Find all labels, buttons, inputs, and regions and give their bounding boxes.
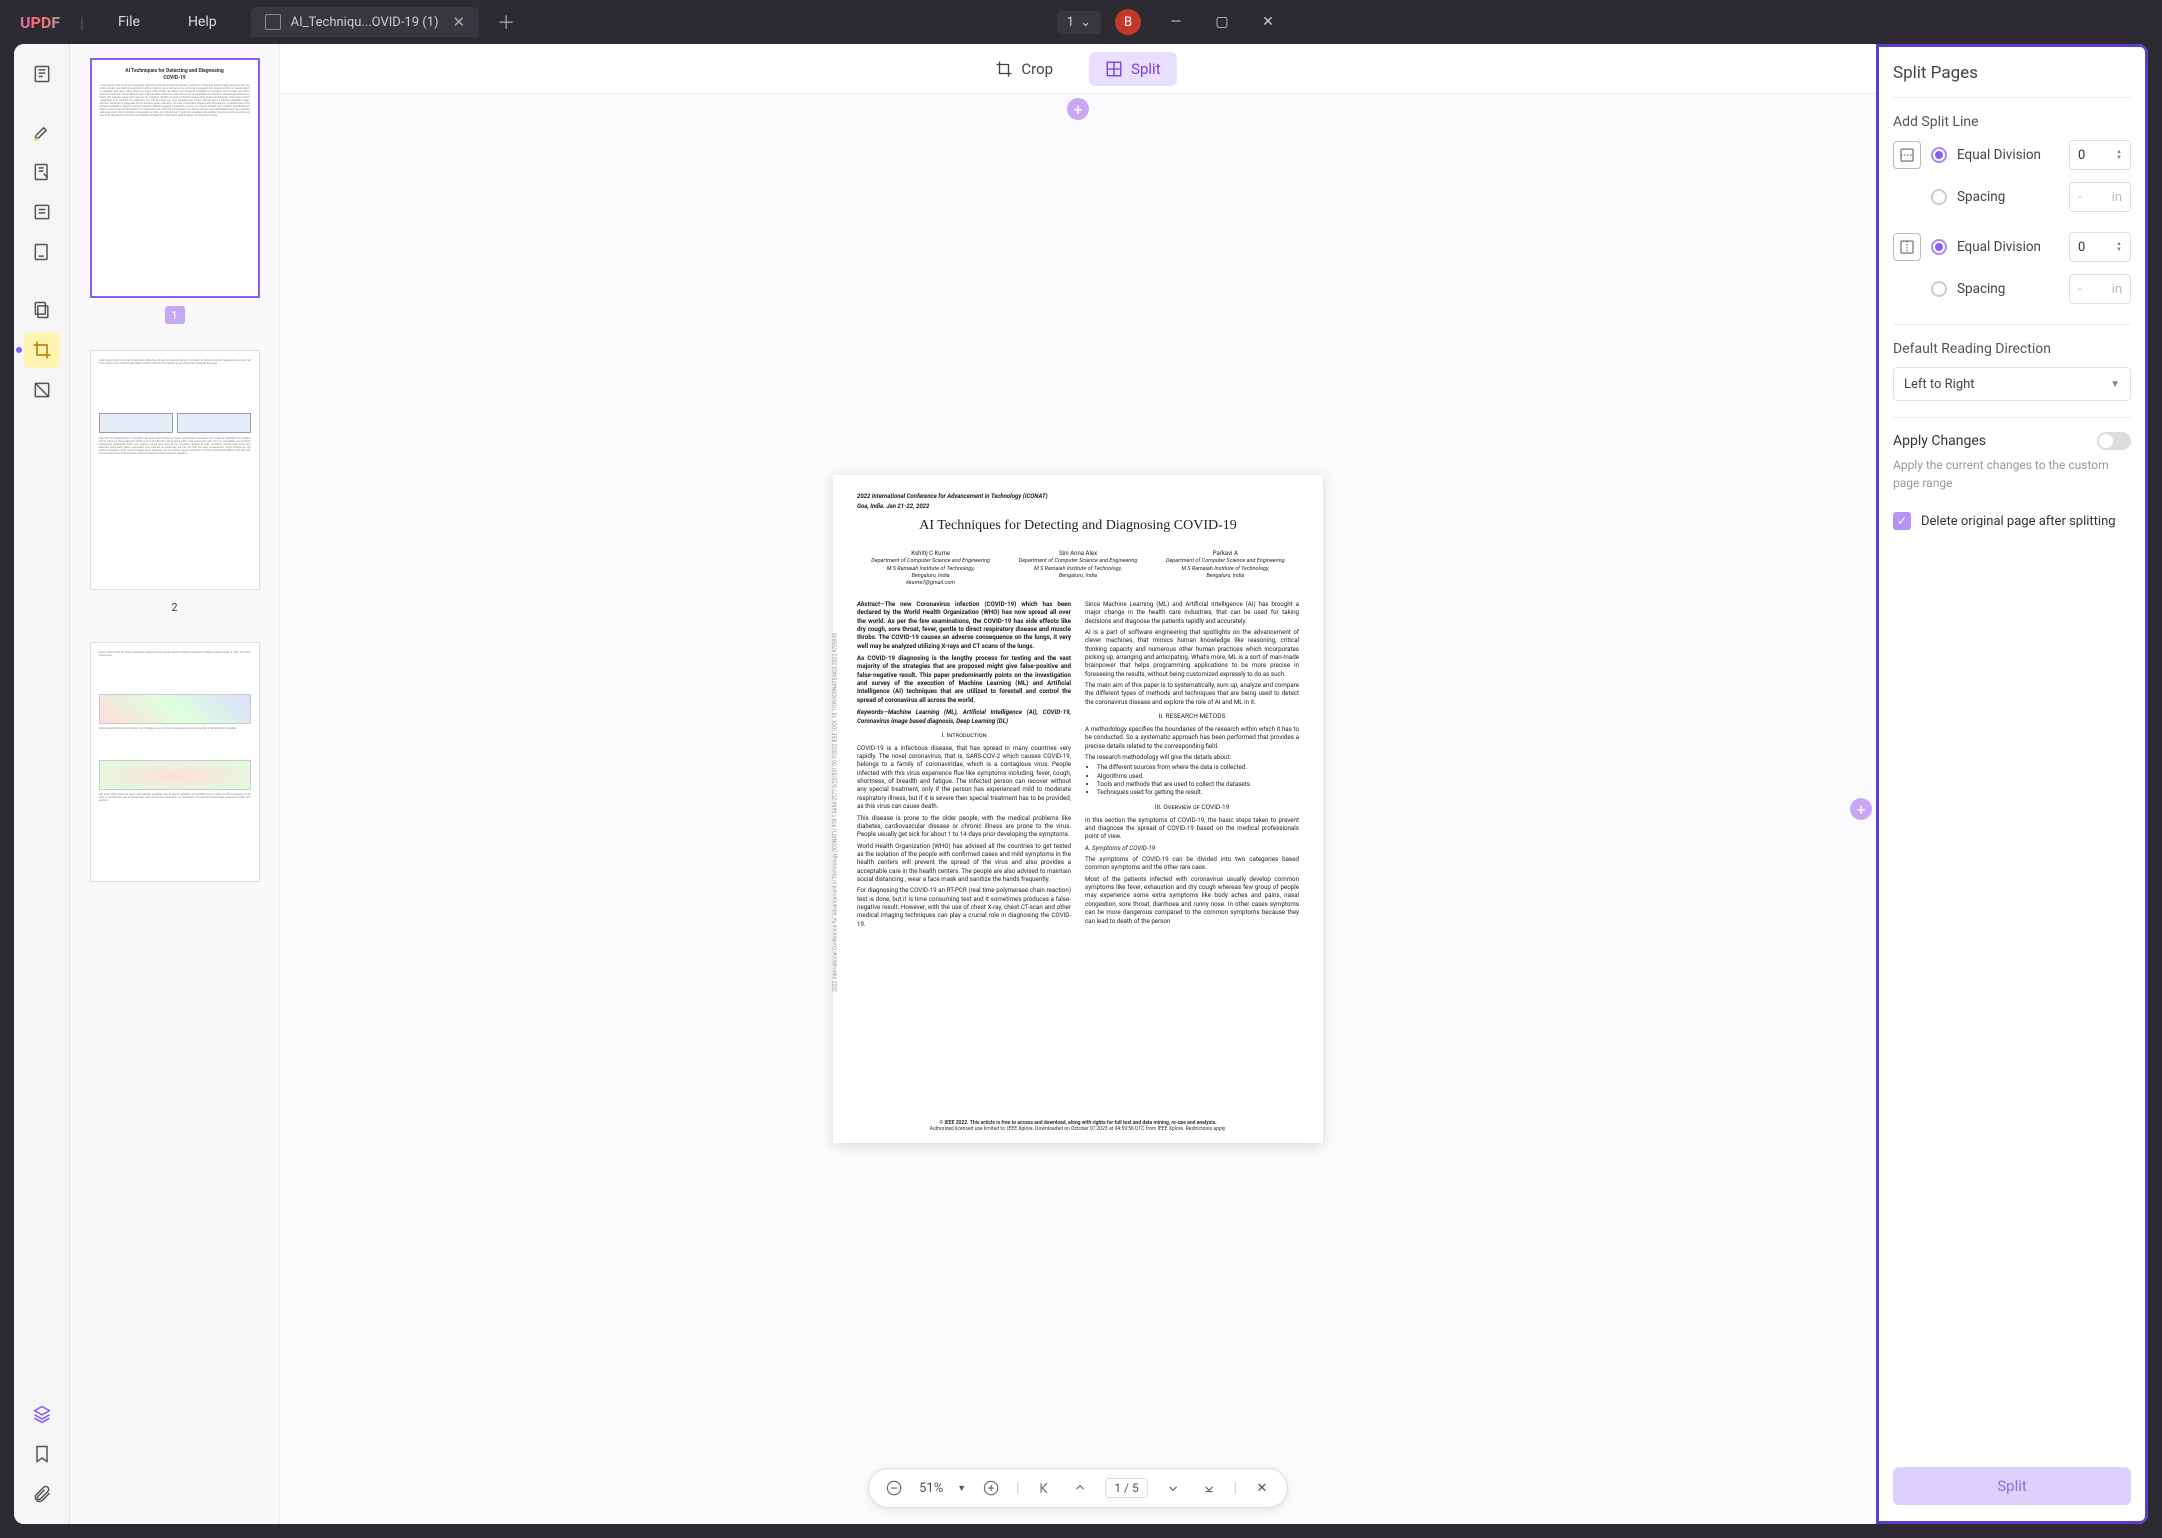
horizontal-equal-radio[interactable] bbox=[1931, 147, 1947, 163]
pdf-page: 2022 International Conference for Advanc… bbox=[833, 475, 1323, 1143]
thumbnail-panel: AI Techniques for Detecting and Diagnosi… bbox=[70, 44, 280, 1524]
separator: | bbox=[80, 13, 84, 32]
close-window-button[interactable]: ✕ bbox=[1247, 6, 1289, 38]
last-page-button[interactable] bbox=[1198, 1477, 1220, 1499]
crop-icon bbox=[995, 60, 1013, 78]
document-viewer: Crop Split + + 2022 International Confer… bbox=[280, 44, 1876, 1524]
vertical-equal-radio[interactable] bbox=[1931, 239, 1947, 255]
thumbnail-number-1: 1 bbox=[165, 306, 185, 324]
chevron-down-icon: ⌄ bbox=[1080, 15, 1091, 30]
tool-reader[interactable] bbox=[24, 56, 60, 92]
menu-help[interactable]: Help bbox=[164, 14, 241, 30]
zoom-page-bar: 51% ▼ | 1 / 5 | ✕ bbox=[868, 1468, 1288, 1508]
delete-original-label: Delete original page after splitting bbox=[1921, 514, 2116, 529]
apply-changes-label: Apply Changes bbox=[1893, 433, 1986, 449]
add-tab-button[interactable]: ＋ bbox=[497, 9, 515, 35]
vertical-split-icon[interactable] bbox=[1893, 233, 1921, 261]
document-count[interactable]: 1 ⌄ bbox=[1057, 11, 1101, 34]
tab-title: AI_Techniqu...OVID-19 (1) bbox=[291, 15, 439, 30]
document-tab[interactable]: AI_Techniqu...OVID-19 (1) ✕ bbox=[251, 7, 480, 37]
first-page-button[interactable] bbox=[1033, 1477, 1055, 1499]
thumbnail-page-3[interactable]: Lorem ipsum dolor sit amet consectetur a… bbox=[90, 642, 260, 882]
apply-changes-toggle[interactable] bbox=[2097, 432, 2131, 450]
zoom-value[interactable]: 51% bbox=[919, 1481, 943, 1496]
tool-crop-split[interactable] bbox=[24, 332, 60, 368]
next-page-button[interactable] bbox=[1162, 1477, 1184, 1499]
horizontal-split-icon[interactable] bbox=[1893, 141, 1921, 169]
thumbnail-page-2[interactable]: Lorem ipsum dolor sit amet consectetur a… bbox=[90, 350, 260, 590]
add-split-right[interactable]: + bbox=[1850, 798, 1872, 820]
zoom-in-button[interactable] bbox=[980, 1477, 1002, 1499]
add-split-line-label: Add Split Line bbox=[1893, 114, 2131, 130]
tool-redact[interactable] bbox=[24, 372, 60, 408]
close-bar-button[interactable]: ✕ bbox=[1251, 1477, 1273, 1499]
tool-bookmark[interactable] bbox=[24, 1436, 60, 1472]
zoom-out-button[interactable] bbox=[883, 1477, 905, 1499]
user-avatar[interactable]: B bbox=[1115, 9, 1141, 35]
zoom-dropdown-icon[interactable]: ▼ bbox=[957, 1483, 966, 1494]
page-indicator[interactable]: 1 / 5 bbox=[1105, 1478, 1147, 1498]
thumbnail-page-1[interactable]: AI Techniques for Detecting and Diagnosi… bbox=[90, 58, 260, 298]
prev-page-button[interactable] bbox=[1069, 1477, 1091, 1499]
menu-file[interactable]: File bbox=[94, 14, 164, 30]
tool-form[interactable] bbox=[24, 194, 60, 230]
horizontal-spacing-input: -in bbox=[2069, 182, 2131, 212]
horizontal-spacing-radio[interactable] bbox=[1931, 189, 1947, 205]
tool-layers[interactable] bbox=[24, 1396, 60, 1432]
document-icon bbox=[265, 14, 281, 30]
maximize-button[interactable]: ▢ bbox=[1201, 6, 1243, 38]
tool-organize[interactable] bbox=[24, 234, 60, 270]
close-tab-icon[interactable]: ✕ bbox=[453, 13, 466, 31]
split-mode-button[interactable]: Split bbox=[1089, 52, 1177, 86]
vertical-division-input[interactable]: 0▲▼ bbox=[2069, 232, 2131, 262]
reading-direction-label: Default Reading Direction bbox=[1893, 341, 2131, 357]
tool-attachment[interactable] bbox=[24, 1476, 60, 1512]
split-button[interactable]: Split bbox=[1893, 1467, 2131, 1505]
titlebar: UPDF | File Help AI_Techniqu...OVID-19 (… bbox=[0, 0, 1297, 44]
split-pages-panel: Split Pages Add Split Line Equal Divisio… bbox=[1876, 44, 2148, 1524]
page-area[interactable]: + + 2022 International Conference for Ad… bbox=[280, 94, 1876, 1524]
view-toolbar: Crop Split bbox=[280, 44, 1876, 94]
tool-copy[interactable] bbox=[24, 292, 60, 328]
reading-direction-select[interactable]: Left to Right ▼ bbox=[1893, 367, 2131, 401]
thumbnail-number-2: 2 bbox=[165, 598, 185, 616]
vertical-spacing-radio[interactable] bbox=[1931, 281, 1947, 297]
vertical-spacing-input: -in bbox=[2069, 274, 2131, 304]
horizontal-division-input[interactable]: 0▲▼ bbox=[2069, 140, 2131, 170]
split-icon bbox=[1105, 60, 1123, 78]
minimize-button[interactable]: — bbox=[1155, 6, 1197, 38]
main-frame: AI Techniques for Detecting and Diagnosi… bbox=[14, 44, 2148, 1524]
tool-highlighter[interactable] bbox=[24, 114, 60, 150]
paper-title: AI Techniques for Detecting and Diagnosi… bbox=[857, 517, 1299, 536]
panel-title: Split Pages bbox=[1893, 63, 2131, 98]
app-logo: UPDF bbox=[0, 13, 80, 32]
crop-mode-button[interactable]: Crop bbox=[979, 52, 1069, 86]
apply-changes-help: Apply the current changes to the custom … bbox=[1893, 456, 2131, 492]
add-split-top[interactable]: + bbox=[1067, 98, 1089, 120]
delete-original-checkbox[interactable]: ✓ bbox=[1893, 512, 1911, 530]
tool-edit[interactable] bbox=[24, 154, 60, 190]
left-toolbar bbox=[14, 44, 70, 1524]
watermark-text: 2022 International Conference for Advanc… bbox=[833, 633, 840, 992]
chevron-down-icon: ▼ bbox=[2110, 379, 2120, 390]
